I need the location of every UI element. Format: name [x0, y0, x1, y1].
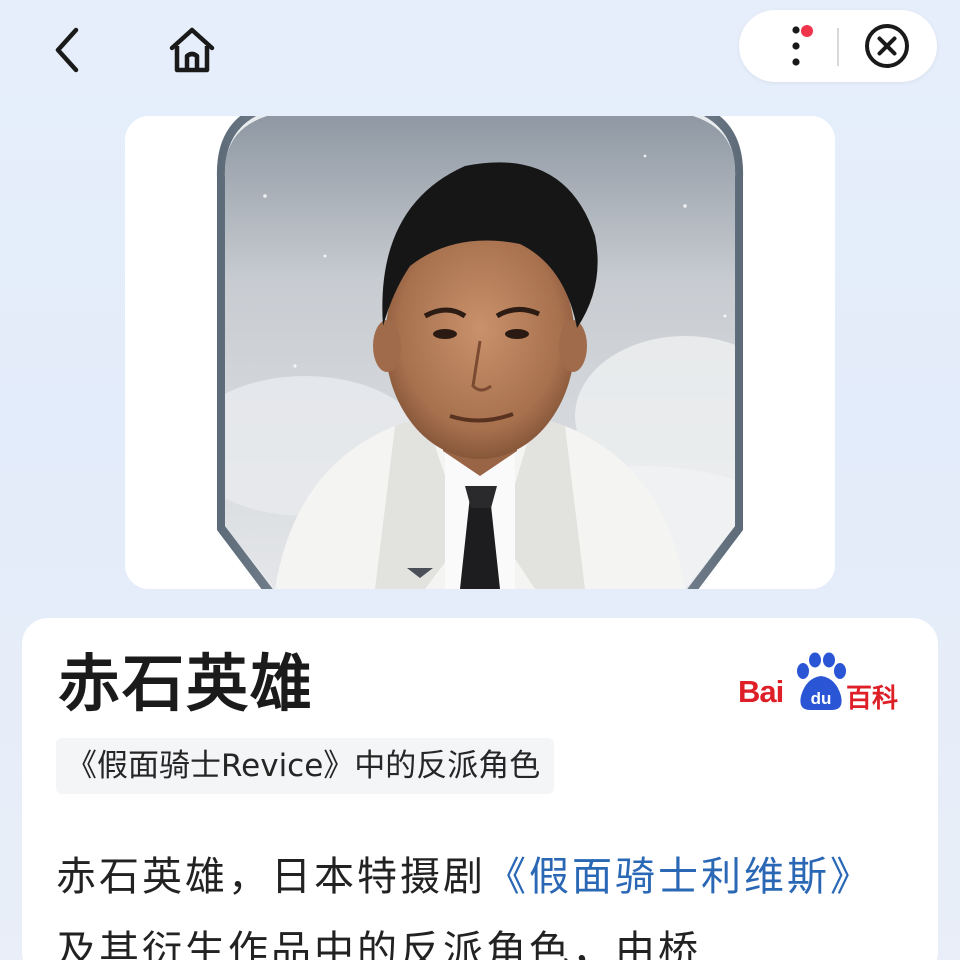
portrait-image — [125, 116, 835, 589]
home-button[interactable] — [160, 18, 224, 82]
mini-program-capsule — [739, 10, 937, 82]
portrait-card[interactable] — [125, 116, 835, 589]
top-navigation-bar — [0, 0, 960, 100]
baike-logo-text: 百科 — [846, 684, 899, 714]
back-button[interactable] — [36, 18, 100, 82]
more-options-button[interactable] — [761, 10, 831, 82]
subtitle-tag: 《假面骑士Revice》中的反派角色 — [56, 738, 555, 794]
encyclopedia-info-card: 赤石英雄 Bai du 百科 《假面骑士Revice》中的反派角色 赤石英雄，日… — [22, 618, 938, 960]
close-circle-icon — [865, 24, 909, 68]
entry-title: 赤石英雄 — [58, 647, 315, 720]
baike-logo-bai: Bai — [738, 674, 784, 709]
summary-text-part2: 及其衍生作品中的反派角色，由桥 — [56, 928, 701, 960]
notification-dot — [801, 25, 813, 37]
baidu-baike-logo[interactable]: Bai du 百科 — [736, 652, 908, 714]
summary-text-part1: 赤石英雄，日本特摄剧 — [56, 854, 486, 900]
capsule-divider — [837, 28, 839, 66]
paw-icon: du — [797, 652, 846, 710]
chevron-left-icon — [55, 27, 79, 73]
baike-logo-du: du — [811, 689, 832, 708]
close-button[interactable] — [855, 10, 919, 82]
summary-link[interactable]: 《假面骑士利维斯》 — [486, 854, 873, 900]
home-icon — [169, 27, 215, 73]
summary-text: 赤石英雄，日本特摄剧《假面骑士利维斯》及其衍生作品中的反派角色，由桥 — [56, 840, 908, 960]
